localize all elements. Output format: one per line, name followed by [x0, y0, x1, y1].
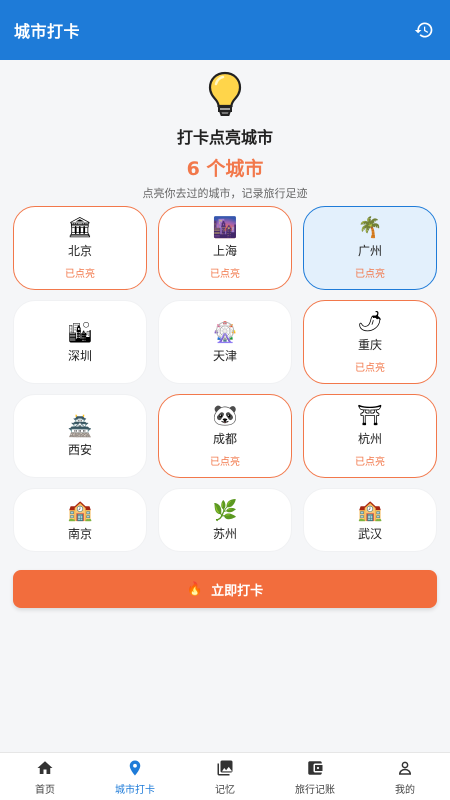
landmark-icon: 🏛: [67, 215, 93, 239]
tab-profile[interactable]: 我的: [360, 753, 450, 800]
tab-label: 记忆: [215, 784, 235, 796]
hero-subtitle: 点亮你去过的城市，记录旅行足迹: [142, 187, 308, 200]
city-card-suzhou[interactable]: 🌿 苏州: [158, 488, 292, 552]
wallet-icon: [305, 758, 325, 778]
city-name: 南京: [67, 526, 92, 541]
checkin-label: 立即打卡: [211, 583, 264, 599]
city-name: 西安: [67, 442, 92, 457]
herb-leaf-icon: 🌿: [212, 497, 238, 522]
building-icon: 🏫: [357, 497, 383, 522]
city-card-shanghai[interactable]: 🌆 上海 已点亮: [158, 206, 292, 290]
tab-label: 城市打卡: [115, 784, 155, 796]
tab-memories[interactable]: 记忆: [180, 753, 270, 800]
city-name: 深圳: [67, 348, 92, 363]
city-card-xian[interactable]: 🏯 西安: [13, 394, 147, 478]
bottom-nav: 首页 城市打卡 记忆 旅行记账 我的: [0, 752, 450, 800]
city-card-beijing[interactable]: 🏛 北京 已点亮: [13, 206, 147, 290]
history-icon: [414, 22, 433, 38]
city-name: 成都: [212, 432, 237, 446]
person-icon: [395, 758, 415, 778]
tab-city-checkin[interactable]: 城市打卡: [90, 753, 180, 800]
palm-tree-icon: 🌴: [357, 215, 383, 239]
lit-status: 已点亮: [355, 269, 385, 280]
torii-gate-icon: ⛩: [357, 403, 383, 427]
photo-icon: [215, 758, 235, 778]
city-name: 天津: [212, 348, 237, 363]
lit-status: 已点亮: [210, 269, 240, 280]
city-card-chengdu[interactable]: 🐼 成都 已点亮: [158, 394, 292, 478]
app-title: 城市打卡: [14, 22, 81, 41]
lit-status: 已点亮: [355, 363, 385, 374]
lit-status: 已点亮: [355, 457, 385, 468]
chili-pepper-icon: 🌶: [357, 309, 383, 333]
city-name: 苏州: [212, 526, 237, 541]
lit-status: 已点亮: [210, 457, 240, 468]
home-icon: [35, 758, 55, 778]
hero-section: 打卡点亮城市 6 个城市 点亮你去过的城市，记录旅行足迹: [0, 70, 450, 201]
city-name: 武汉: [357, 526, 382, 541]
hero-title: 打卡点亮城市: [176, 128, 273, 147]
app-bar: 城市打卡: [0, 0, 450, 60]
fire-icon: 🔥: [186, 581, 204, 597]
city-name: 上海: [212, 244, 237, 258]
city-name: 杭州: [357, 432, 382, 446]
tab-label: 我的: [395, 784, 415, 796]
checkin-button[interactable]: 🔥 立即打卡: [13, 570, 437, 608]
ferris-wheel-icon: 🎡: [212, 319, 238, 344]
lit-status: 已点亮: [65, 269, 95, 280]
history-button[interactable]: [412, 18, 436, 42]
city-grid: 🏛 北京 已点亮 🌆 上海 已点亮 🌴 广州 已点亮 🏙 深圳 🎡 天津 🌶 重…: [13, 206, 437, 552]
building-icon: 🏫: [67, 497, 93, 522]
panda-icon: 🐼: [212, 403, 238, 427]
tab-travel-expenses[interactable]: 旅行记账: [270, 753, 360, 800]
city-card-shenzhen[interactable]: 🏙 深圳: [13, 300, 147, 384]
location-icon: [125, 758, 145, 778]
city-card-guangzhou[interactable]: 🌴 广州 已点亮: [303, 206, 437, 290]
tab-label: 旅行记账: [295, 784, 335, 796]
skyscraper-icon: 🏙: [67, 319, 93, 344]
city-name: 广州: [357, 244, 382, 258]
city-card-nanjing[interactable]: 🏫 南京: [13, 488, 147, 552]
cityscape-icon: 🌆: [212, 215, 238, 239]
city-name: 北京: [67, 244, 92, 258]
city-card-tianjin[interactable]: 🎡 天津: [158, 300, 292, 384]
city-name: 重庆: [357, 338, 382, 352]
city-card-chongqing[interactable]: 🌶 重庆 已点亮: [303, 300, 437, 384]
tab-home[interactable]: 首页: [0, 753, 90, 800]
lit-city-count: 6 个城市: [186, 158, 264, 180]
tab-label: 首页: [35, 784, 55, 796]
city-card-hangzhou[interactable]: ⛩ 杭州 已点亮: [303, 394, 437, 478]
lightbulb-icon: [208, 71, 242, 116]
pagoda-icon: 🏯: [67, 413, 93, 438]
city-card-wuhan[interactable]: 🏫 武汉: [303, 488, 437, 552]
